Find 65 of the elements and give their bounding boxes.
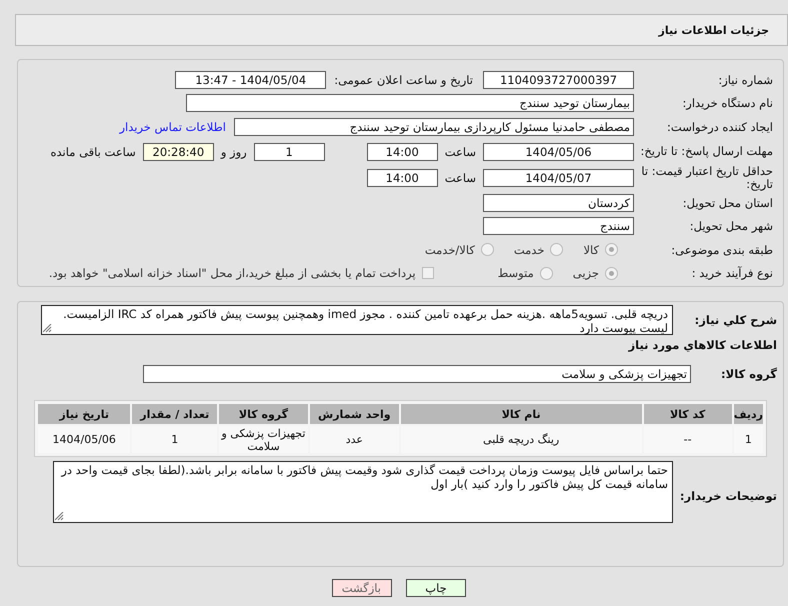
column-header: واحد شمارش xyxy=(310,404,399,424)
requester-field: مصطفی حامدنیا مسئول کارپردازی بیمارستان توحید سنندج xyxy=(234,118,634,136)
radio-button[interactable] xyxy=(605,266,618,280)
section-title: اطلاعات کالاهاي مورد نياز xyxy=(627,337,778,354)
checkbox-label: پرداخت تمام یا بخشی از مبلغ خرید،از محل "اسناد خزانه اسلامی" خواهد بود. xyxy=(48,266,416,280)
time-field: 14:00 xyxy=(366,168,438,187)
radio-button[interactable] xyxy=(550,243,564,256)
field-label: ایجاد کننده درخواست: xyxy=(666,120,774,134)
column-header: تعداد / مقدار xyxy=(132,404,218,424)
radio-button[interactable] xyxy=(480,243,494,256)
field-label: ساعت باقی مانده xyxy=(50,144,136,159)
field-label: گروه کالا: xyxy=(720,367,778,381)
field-label: شهر محل تحویل: xyxy=(688,219,774,234)
field-label: استان محل تحویل: xyxy=(682,196,774,210)
back-button[interactable]: بازگشت xyxy=(332,579,392,597)
radio-label: متوسط xyxy=(498,266,534,280)
radio-button[interactable] xyxy=(540,266,553,280)
field-label: نوع فرآیند خرید : xyxy=(690,266,774,280)
field-label: تاریخ و ساعت اعلان عمومی: xyxy=(334,72,473,87)
column-header: کد کالا xyxy=(644,404,732,424)
table-cell: 1 xyxy=(132,426,218,453)
field-label: حداقل تاریخ اعتبار قیمت: تا تاریخ: xyxy=(640,164,774,191)
field-label: توضیحات خریدار: xyxy=(678,488,778,503)
page-title: جزئیات اطلاعات نیاز xyxy=(658,24,769,36)
column-header: تاریخ نیاز xyxy=(38,404,130,424)
time-field: 14:00 xyxy=(366,142,438,161)
need-number-field: 1104093727000397 xyxy=(483,70,634,89)
table-cell: رینگ دریچه قلبی xyxy=(400,426,642,453)
radio-label: جزیی xyxy=(572,266,599,280)
item-group-field: تجهیزات پزشکی و سلامت xyxy=(143,365,691,383)
field-label: ساعت xyxy=(444,170,476,185)
column-header: ردیف xyxy=(734,404,763,424)
province-field: کردستان xyxy=(483,194,634,212)
buyer-notes-box: حتما براساس فایل پیوست وزمان پرداخت قیمت گذاری شود وقیمت پیش فاکتور با سامانه برابر باشد.(لطفا بجای قیمت واحد در سامانه قیمت کل پیش فاکتور را وارد کنید )بار اول xyxy=(53,461,673,523)
radio-label: خدمت xyxy=(514,242,544,257)
days-field: 1 xyxy=(254,142,325,161)
field-label: شرح کلي نياز: xyxy=(694,312,778,327)
date-field: 1404/05/07 xyxy=(483,168,634,187)
buyer-contact-link[interactable]: اطلاعات تماس خریدار xyxy=(119,120,226,134)
table-cell: -- xyxy=(644,426,732,453)
announce-date-field: 1404/05/04 - 13:47 xyxy=(175,70,326,89)
table-cell: 1 xyxy=(734,426,763,453)
table-cell: عدد xyxy=(310,426,399,453)
print-button[interactable]: چاپ xyxy=(406,579,466,597)
field-label: ساعت xyxy=(444,144,476,159)
table-cell: 1404/05/06 xyxy=(38,426,130,453)
date-field: 1404/05/06 xyxy=(483,142,634,161)
field-label: نام دستگاه خریدار: xyxy=(681,96,774,110)
field-label: روز و xyxy=(220,144,247,159)
radio-label: کالا xyxy=(583,242,599,257)
resize-grip-icon xyxy=(55,512,64,521)
field-label: طبقه بندی موضوعی: xyxy=(670,242,774,257)
radio-label: کالا/خدمت xyxy=(424,242,475,257)
resize-grip-icon xyxy=(43,324,52,333)
checkbox[interactable] xyxy=(422,267,434,280)
column-header: نام کالا xyxy=(400,404,642,424)
field-label: مهلت ارسال پاسخ: تا تاریخ: xyxy=(639,145,774,158)
city-field: سنندج xyxy=(483,217,634,236)
radio-button[interactable] xyxy=(605,243,618,256)
table-cell: تجهیزات پزشکی و سلامت xyxy=(219,426,308,453)
field-label: شماره نیاز: xyxy=(717,72,774,87)
buyer-field: بیمارستان توحید سنندج xyxy=(186,94,634,112)
description-box: دریچه قلبی. تسویه5ماهه .هزینه حمل برعهده تامین کننده . مجوز imed وهمچنین پیوست پیش فاکتور همراه کد IRC الزامیست. لیست پیوست دارد xyxy=(41,305,673,335)
remaining-time-field: 20:28:40 xyxy=(142,142,214,161)
column-header: گروه کالا xyxy=(219,404,308,424)
